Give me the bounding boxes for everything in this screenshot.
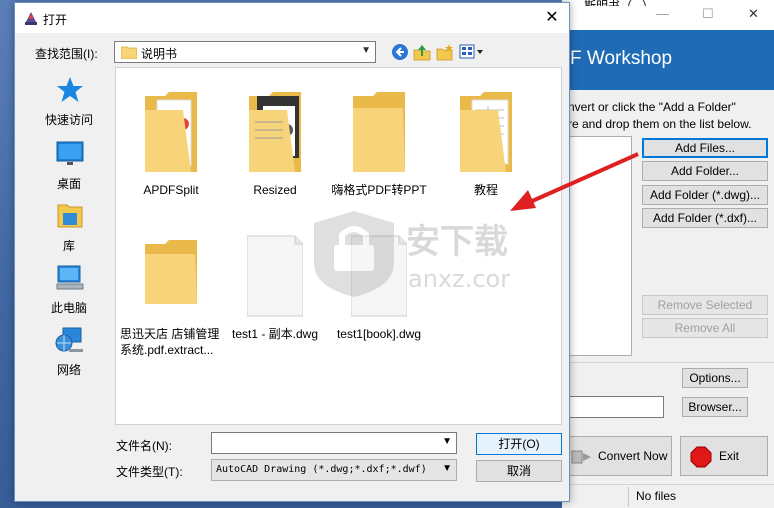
dwg-file-icon bbox=[247, 235, 303, 317]
place-label: 快速访问 bbox=[44, 113, 93, 127]
file-name: 教程 bbox=[473, 183, 498, 197]
file-name-input[interactable]: ▼ bbox=[211, 432, 457, 454]
view-menu-icon[interactable] bbox=[459, 43, 485, 61]
look-in-dropdown[interactable]: 说明书 ▼ bbox=[114, 41, 376, 63]
add-folder-dxf-button[interactable]: Add Folder (*.dxf)... bbox=[642, 208, 768, 228]
exit-button[interactable]: Exit bbox=[680, 436, 768, 476]
convert-now-label: Convert Now bbox=[598, 449, 668, 463]
watermark-subtext: anxz.com bbox=[408, 265, 510, 293]
add-folder-dwg-button[interactable]: Add Folder (*.dwg)... bbox=[642, 185, 768, 205]
star-icon bbox=[57, 77, 83, 102]
cancel-button[interactable]: 取消 bbox=[476, 460, 562, 482]
maximize-icon[interactable]: ☐ bbox=[702, 6, 714, 22]
folder-with-document-icon bbox=[145, 92, 197, 172]
dialog-close-button[interactable]: ✕ bbox=[541, 7, 563, 29]
new-folder-icon[interactable] bbox=[436, 43, 454, 61]
app-icon bbox=[25, 12, 37, 25]
computer-icon bbox=[56, 265, 84, 290]
back-icon[interactable] bbox=[391, 43, 409, 61]
file-name-label: 文件名(N): bbox=[116, 439, 172, 453]
file-name: APDFSplit bbox=[143, 183, 199, 197]
place-label: 此电脑 bbox=[50, 301, 87, 315]
open-button[interactable]: 打开(O) bbox=[476, 433, 562, 455]
dialog-title: 打开 bbox=[43, 13, 68, 27]
browser-button[interactable]: Browser... bbox=[682, 397, 748, 417]
file-item[interactable]: 嗨格式PDF转PPT bbox=[324, 86, 434, 216]
place-label: 库 bbox=[62, 239, 75, 253]
file-name: 嗨格式PDF转PPT bbox=[331, 183, 427, 197]
watermark-logo: 安下载 anxz.com bbox=[314, 211, 510, 297]
chevron-down-icon: ▼ bbox=[442, 463, 452, 474]
folder-with-photos-icon bbox=[249, 92, 301, 172]
look-in-value: 说明书 bbox=[141, 47, 178, 61]
add-folder-button[interactable]: Add Folder... bbox=[642, 161, 768, 181]
convert-icon bbox=[571, 450, 591, 464]
file-type-value: AutoCAD Drawing (*.dwg;*.dxf;*.dwf) bbox=[216, 464, 427, 475]
close-icon[interactable]: ✕ bbox=[748, 6, 759, 22]
folder-with-spreadsheet-icon bbox=[460, 92, 512, 172]
chevron-down-icon: ▼ bbox=[361, 45, 371, 56]
place-this-pc[interactable]: 此电脑 bbox=[23, 263, 115, 319]
status-separator bbox=[628, 487, 629, 507]
instruction-text-line2: re and drop them on the list below. bbox=[568, 117, 752, 131]
convert-now-button[interactable]: Convert Now bbox=[562, 436, 672, 476]
up-folder-icon[interactable] bbox=[413, 43, 431, 61]
file-name: Resized bbox=[253, 183, 297, 197]
place-label: 桌面 bbox=[56, 177, 81, 191]
file-type-dropdown[interactable]: AutoCAD Drawing (*.dwg;*.dxf;*.dwf) ▼ bbox=[211, 459, 457, 481]
file-item[interactable]: Resized bbox=[220, 86, 330, 216]
watermark-text: 安下载 bbox=[406, 222, 508, 262]
file-item[interactable]: APDFSplit bbox=[116, 86, 226, 216]
app-header: F Workshop bbox=[562, 30, 774, 90]
options-button[interactable]: Options... bbox=[682, 368, 748, 388]
place-quick-access[interactable]: 快速访问 bbox=[23, 75, 115, 131]
stop-icon bbox=[690, 446, 712, 468]
dialog-titlebar: 打开 ✕ bbox=[15, 3, 569, 33]
file-name: test1 - 副本.dwg bbox=[231, 327, 319, 341]
place-desktop[interactable]: 桌面 bbox=[23, 139, 115, 195]
file-name: 思迅天店 店铺管理系统.pdf.extract... bbox=[120, 327, 220, 357]
app-header-title: F Workshop bbox=[570, 48, 673, 69]
place-network[interactable]: 网络 bbox=[23, 325, 115, 381]
background-app-window: 斯明书（...） — ☐ ✕ F Workshop nvert or click… bbox=[562, 0, 774, 508]
place-label: 网络 bbox=[56, 363, 81, 377]
output-path-field[interactable] bbox=[562, 396, 664, 418]
file-type-label: 文件类型(T): bbox=[116, 465, 183, 479]
exit-label: Exit bbox=[719, 449, 740, 463]
add-files-button[interactable]: Add Files... bbox=[642, 138, 768, 158]
file-name: test1[book].dwg bbox=[336, 327, 422, 341]
file-item[interactable]: 思迅天店 店铺管理系统.pdf.extract... bbox=[116, 234, 226, 374]
background-app-titlebar: 斯明书（...） — ☐ ✕ bbox=[562, 0, 774, 30]
status-bar: No files bbox=[562, 484, 774, 508]
file-item[interactable]: 教程 bbox=[431, 86, 541, 216]
folder-icon bbox=[121, 46, 137, 59]
instruction-text-line1: nvert or click the "Add a Folder" bbox=[568, 100, 736, 114]
minimize-icon[interactable]: — bbox=[656, 6, 669, 21]
remove-all-button[interactable]: Remove All bbox=[642, 318, 768, 338]
places-bar: 快速访问 桌面 库 此电脑 网络 bbox=[23, 67, 115, 427]
chevron-down-icon[interactable]: ▼ bbox=[442, 436, 452, 447]
network-icon bbox=[55, 327, 83, 352]
library-icon bbox=[57, 204, 83, 228]
folder-icon bbox=[145, 240, 197, 304]
remove-selected-button[interactable]: Remove Selected bbox=[642, 295, 768, 315]
background-app-title: 斯明书（...） bbox=[584, 0, 654, 6]
desktop-icon bbox=[56, 141, 84, 165]
file-list[interactable] bbox=[562, 136, 632, 356]
folder-icon bbox=[353, 92, 405, 172]
status-text: No files bbox=[636, 489, 677, 503]
group-divider bbox=[562, 362, 774, 363]
look-in-label: 查找范围(I): bbox=[35, 47, 98, 61]
place-library[interactable]: 库 bbox=[23, 201, 115, 257]
